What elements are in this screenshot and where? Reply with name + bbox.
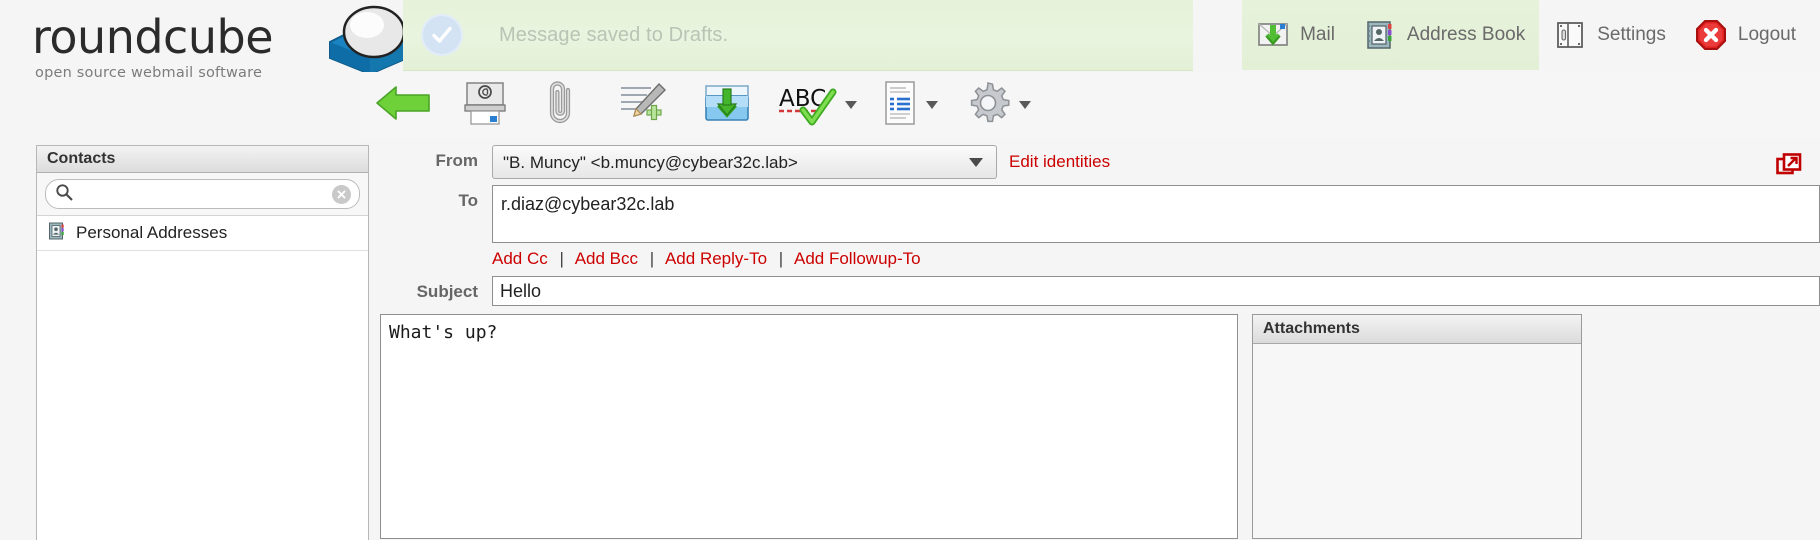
abc-spellcheck-icon: ABC <box>777 80 839 131</box>
link-separator: | <box>559 249 564 268</box>
search-icon <box>55 183 73 206</box>
attachments-list[interactable] <box>1253 344 1581 539</box>
edit-identities-link[interactable]: Edit identities <box>1009 145 1110 172</box>
link-separator: | <box>778 249 784 268</box>
add-reply-to-link[interactable]: Add Reply-To <box>665 249 767 268</box>
search-box[interactable] <box>45 179 360 209</box>
settings-window-icon <box>1553 18 1587 52</box>
brand-tagline: open source webmail software <box>35 65 263 81</box>
tasknav-item-logout[interactable]: Logout <box>1680 0 1810 70</box>
subject-row: Subject <box>380 276 1820 306</box>
recipient-add-links: Add Cc | Add Bcc | Add Reply-To | Add Fo… <box>492 249 1820 269</box>
contacts-panel: Contacts Personal Addresses <box>36 145 369 540</box>
chevron-down-icon[interactable] <box>1019 101 1031 109</box>
tasknav-item-addressbook[interactable]: Address Book <box>1348 0 1540 70</box>
brand-wordmark: roundcube <box>32 10 274 64</box>
list-item[interactable]: Personal Addresses <box>37 216 368 251</box>
tasknav-item-settings[interactable]: Settings <box>1539 0 1680 70</box>
compose-toolbar: ABC <box>360 72 1820 138</box>
from-row: From "B. Muncy" <b.muncy@cybear32c.lab> … <box>380 145 1820 179</box>
to-label: To <box>458 191 478 210</box>
notification-banner: Message saved to Drafts. <box>403 0 1193 71</box>
link-separator: | <box>649 249 655 268</box>
contacts-search-row <box>37 173 368 216</box>
subject-label: Subject <box>416 282 478 301</box>
chevron-down-icon[interactable] <box>926 101 938 109</box>
clear-x-icon[interactable] <box>332 184 351 204</box>
green-left-arrow-icon <box>374 81 432 130</box>
signature-icon <box>617 80 669 131</box>
spellcheck-button[interactable]: ABC <box>768 77 866 133</box>
document-editor-icon <box>880 80 920 131</box>
identity-select[interactable]: "B. Muncy" <b.muncy@cybear32c.lab> <box>492 145 997 179</box>
open-in-new-window-icon[interactable] <box>1776 153 1802 184</box>
address-book-icon <box>47 221 67 246</box>
notification-message: Message saved to Drafts. <box>499 23 729 46</box>
subject-input[interactable] <box>492 276 1820 306</box>
message-body-input[interactable]: What's up? <box>380 314 1238 539</box>
insert-signature-button[interactable] <box>600 77 686 133</box>
compose-options-button[interactable] <box>952 77 1042 133</box>
body-area: What's up? Attachments <box>380 314 1820 539</box>
save-draft-button[interactable] <box>686 77 768 133</box>
attach-button[interactable] <box>524 77 600 133</box>
chevron-down-icon[interactable] <box>845 101 857 109</box>
save-draft-icon <box>702 80 752 131</box>
compose-form: From "B. Muncy" <b.muncy@cybear32c.lab> … <box>380 145 1820 539</box>
send-button[interactable] <box>446 77 524 133</box>
editor-type-button[interactable] <box>866 77 952 133</box>
paperclip-icon <box>541 80 583 131</box>
tasknav-label-mail: Mail <box>1300 24 1335 45</box>
search-input[interactable] <box>79 184 332 204</box>
add-bcc-link[interactable]: Add Bcc <box>575 249 638 268</box>
top-bar: roundcube open source webmail software M… <box>0 0 1820 81</box>
attachments-panel: Attachments <box>1252 314 1582 539</box>
contacts-panel-title: Contacts <box>37 146 368 173</box>
check-circle-icon <box>421 14 463 56</box>
tasknav-label-addressbook: Address Book <box>1406 24 1526 45</box>
identity-select-wrap: "B. Muncy" <b.muncy@cybear32c.lab> <box>492 145 997 179</box>
from-label: From <box>435 151 479 170</box>
roundcube-logo: roundcube open source webmail software <box>32 2 413 81</box>
tasknav-item-mail[interactable]: Mail <box>1242 0 1349 70</box>
gear-icon <box>963 79 1013 132</box>
tasknav-label-settings: Settings <box>1597 24 1666 45</box>
back-button[interactable] <box>360 77 446 133</box>
to-input[interactable]: r.diaz@cybear32c.lab <box>492 185 1820 243</box>
attachments-panel-title: Attachments <box>1253 315 1581 344</box>
address-book-icon <box>1363 18 1397 52</box>
task-navigation: Mail Address Book Settings Logout <box>1242 0 1810 70</box>
roundcube-compose-page: roundcube open source webmail software M… <box>0 0 1820 540</box>
add-cc-link[interactable]: Add Cc <box>492 249 548 268</box>
add-followup-to-link[interactable]: Add Followup-To <box>794 249 921 268</box>
to-row: To r.diaz@cybear32c.lab <box>380 185 1820 243</box>
send-mail-icon <box>461 80 509 131</box>
tasknav-label-logout: Logout <box>1737 24 1796 45</box>
mail-inbox-icon <box>1256 18 1290 52</box>
logout-stop-icon <box>1694 18 1728 52</box>
list-item-label: Personal Addresses <box>76 223 228 242</box>
